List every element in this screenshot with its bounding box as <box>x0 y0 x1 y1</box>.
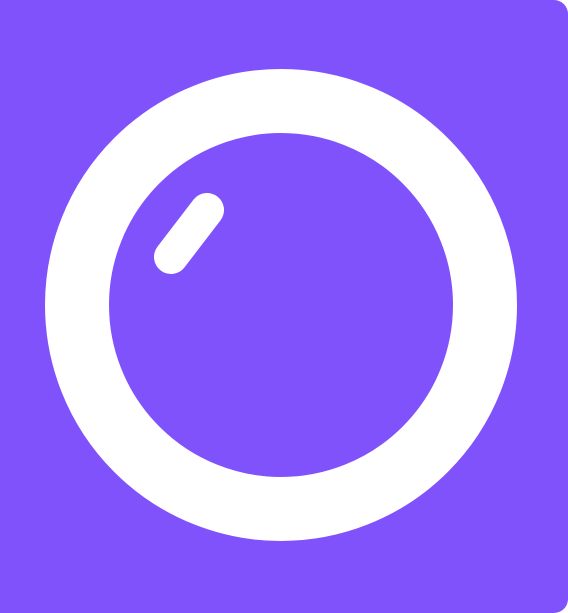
lens-highlight <box>154 193 224 274</box>
app-icon[interactable] <box>0 0 568 613</box>
lens-ring <box>45 69 517 541</box>
lens-icon <box>45 69 517 541</box>
